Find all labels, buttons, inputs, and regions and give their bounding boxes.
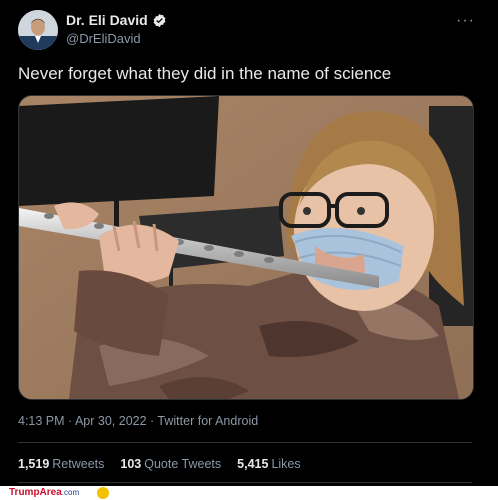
more-options-icon[interactable]: ··· <box>456 12 475 30</box>
tweet-photo[interactable] <box>18 95 474 400</box>
watermark-mascot-icon <box>97 487 109 499</box>
divider <box>18 482 472 483</box>
retweets-stat[interactable]: 1,519 Retweets <box>18 457 104 471</box>
likes-stat[interactable]: 5,415 Likes <box>237 457 300 471</box>
verified-badge-icon <box>153 13 166 27</box>
retweets-count: 1,519 <box>18 457 50 471</box>
tweet-card: Dr. Eli David @DrEliDavid ··· Never forg… <box>0 0 498 486</box>
quote-tweets-stat[interactable]: 103 Quote Tweets <box>120 457 221 471</box>
tweet-timestamp[interactable]: 4:13 PM · Apr 30, 2022 · Twitter for And… <box>18 414 258 428</box>
likes-label: Likes <box>271 457 301 471</box>
tweet-text: Never forget what they did in the name o… <box>18 64 392 83</box>
avatar-image <box>18 10 58 50</box>
watermark-domain: .com <box>61 488 80 497</box>
watermark-brand: TrumpArea <box>9 487 62 498</box>
author-name-row[interactable]: Dr. Eli David <box>66 12 167 28</box>
likes-count: 5,415 <box>237 457 269 471</box>
author-handle[interactable]: @DrEliDavid <box>66 31 141 46</box>
divider <box>18 442 472 443</box>
watermark-footer: TrumpArea.com <box>0 486 498 500</box>
photo-flute-player <box>19 96 473 399</box>
quote-tweets-count: 103 <box>120 457 142 471</box>
tweet-stats: 1,519 Retweets 103 Quote Tweets 5,415 Likes <box>18 457 301 471</box>
watermark-logo: TrumpArea.com <box>9 486 79 500</box>
quote-tweets-label: Quote Tweets <box>144 457 222 471</box>
avatar[interactable] <box>18 10 58 50</box>
author-name[interactable]: Dr. Eli David <box>66 12 148 28</box>
retweets-label: Retweets <box>52 457 105 471</box>
